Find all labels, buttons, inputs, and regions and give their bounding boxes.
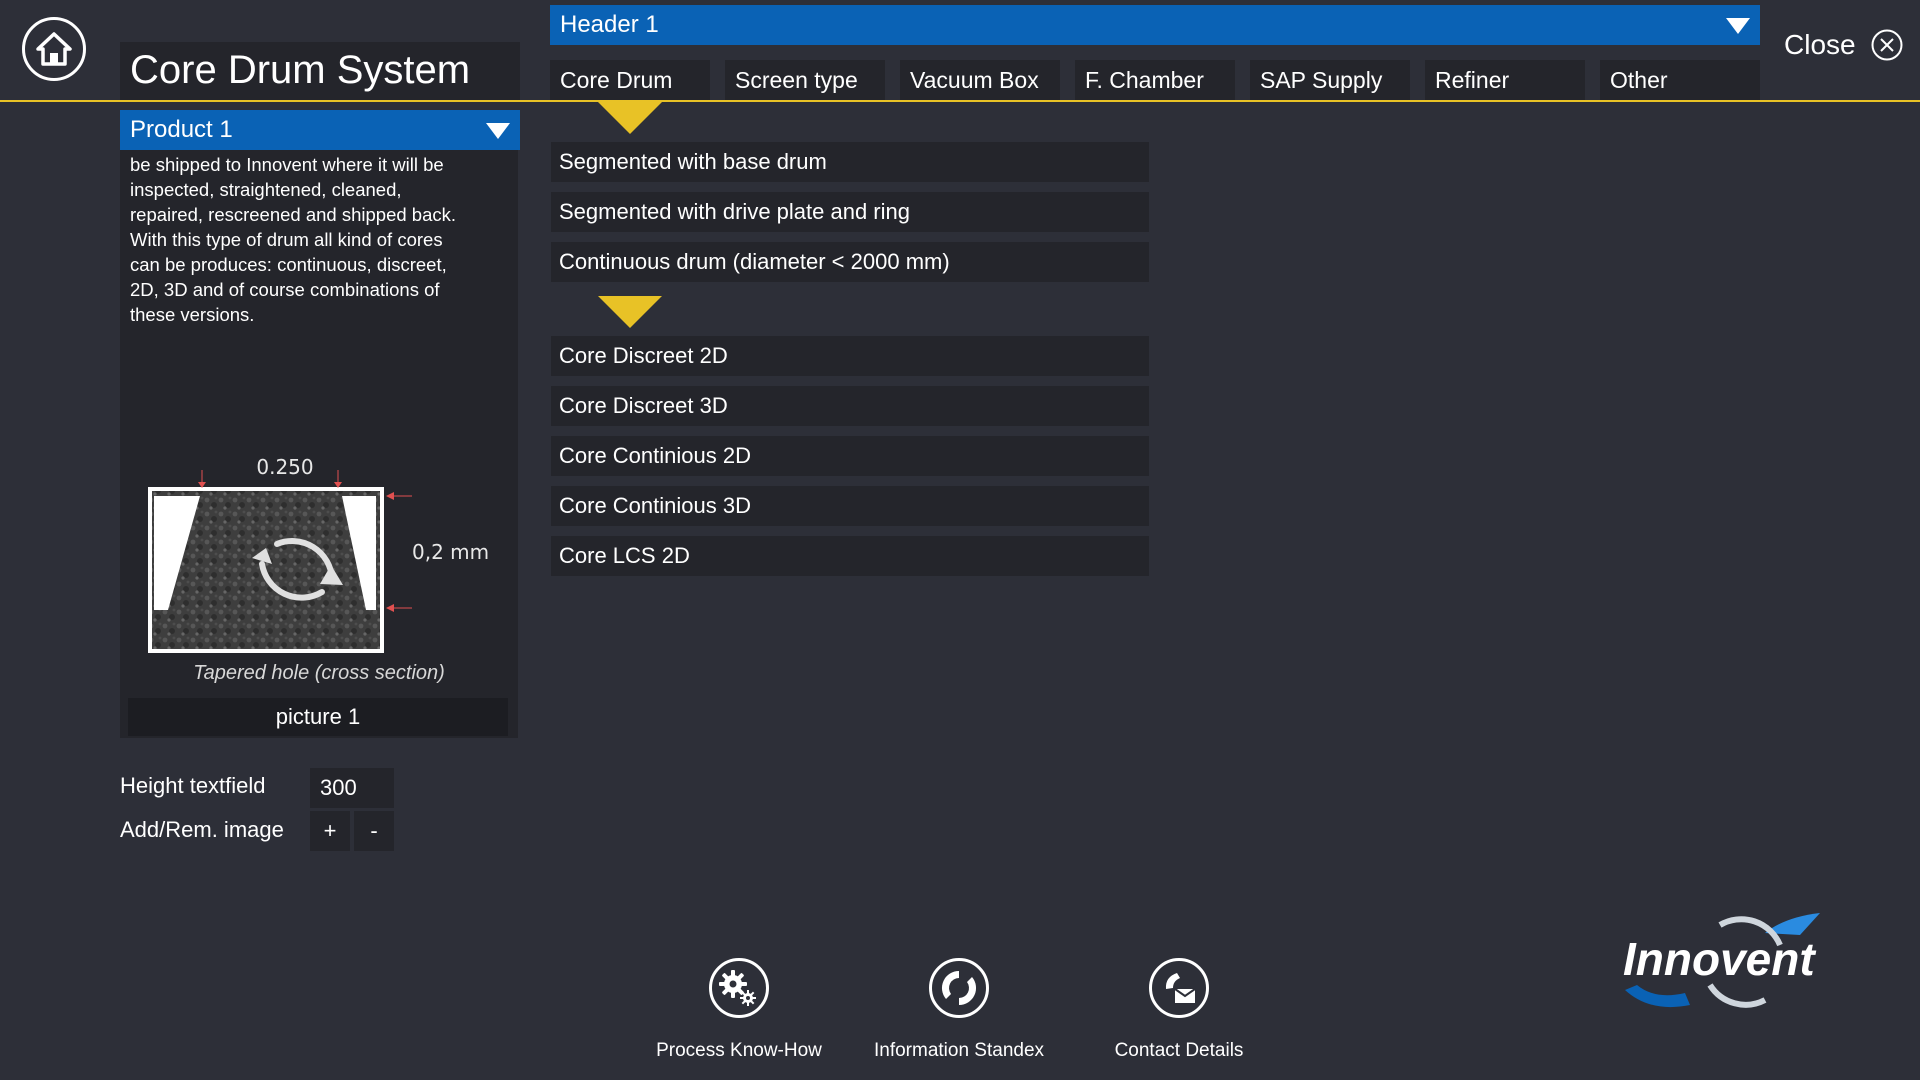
innovent-logo: Innovent xyxy=(1615,905,1830,1020)
process-know-how-button[interactable]: Process Know-How xyxy=(629,958,849,1062)
add-image-button[interactable]: + xyxy=(310,811,350,851)
tab-label: Screen type xyxy=(735,67,858,93)
information-standex-button[interactable]: Information Standex xyxy=(849,958,1069,1062)
home-button[interactable] xyxy=(22,17,86,81)
diagram-caption: Tapered hole (cross section) xyxy=(193,662,445,684)
tab-f-chamber[interactable]: F. Chamber xyxy=(1075,60,1235,100)
gears-icon xyxy=(719,970,756,1006)
product-panel: be shipped to Innovent where it will be … xyxy=(120,150,518,738)
dropdown-arrow-icon xyxy=(486,123,510,139)
picture-label: picture 1 xyxy=(275,704,361,729)
tab-label: SAP Supply xyxy=(1260,67,1383,93)
header-dropdown[interactable]: Header 1 xyxy=(550,5,1760,45)
process-know-how-label: Process Know-How xyxy=(656,1040,822,1061)
list-item-label: Core Continious 3D xyxy=(559,493,751,518)
description-line: 2D, 3D and of course combinations of xyxy=(130,279,440,300)
flow-arrow-indicator xyxy=(598,296,662,328)
description-line: be shipped to Innovent where it will be xyxy=(130,154,444,175)
list-item-label: Core Continious 2D xyxy=(559,443,751,468)
tab-vacuum-box[interactable]: Vacuum Box xyxy=(900,60,1060,100)
height-input-value: 300 xyxy=(320,775,357,800)
description-line: repaired, rescreened and shipped back. xyxy=(130,204,457,225)
tab-refiner[interactable]: Refiner xyxy=(1425,60,1585,100)
product-dropdown-value: Product 1 xyxy=(130,116,233,143)
height-input[interactable]: 300 xyxy=(310,768,394,808)
header-divider xyxy=(0,100,1920,102)
list-item-label: Segmented with base drum xyxy=(559,149,827,174)
product-description[interactable]: be shipped to Innovent where it will be … xyxy=(130,152,510,327)
close-button[interactable]: Close xyxy=(1784,28,1904,62)
page-title: Core Drum System xyxy=(130,48,471,92)
info-swirl-icon xyxy=(941,970,977,1006)
contact-details-label: Contact Details xyxy=(1114,1040,1244,1061)
close-label: Close xyxy=(1784,29,1856,60)
list-item-label: Continuous drum (diameter < 2000 mm) xyxy=(559,249,950,274)
information-standex-label: Information Standex xyxy=(873,1040,1045,1061)
picture-label-bar[interactable]: picture 1 xyxy=(128,698,508,736)
height-label: Height textfield xyxy=(120,773,266,798)
list-item-core-lcs-2d[interactable]: Core LCS 2D xyxy=(551,536,1149,576)
description-line: can be produces: continuous, discreet, xyxy=(130,254,447,275)
list-item-label: Core LCS 2D xyxy=(559,543,690,568)
remove-image-button[interactable]: - xyxy=(354,811,394,851)
tapered-hole-diagram: 0.250 0,2 mm xyxy=(148,455,489,653)
contact-details-button[interactable]: Contact Details xyxy=(1069,958,1289,1062)
width-dimension-label: 0.250 xyxy=(256,455,313,479)
list-item-core-discreet-2d[interactable]: Core Discreet 2D xyxy=(551,336,1149,376)
plus-icon: + xyxy=(323,818,337,843)
contact-icon xyxy=(1165,973,1196,1003)
product-dropdown[interactable]: Product 1 xyxy=(120,110,520,150)
innovent-logo-graphic: Innovent xyxy=(1623,913,1820,1008)
tab-label: Vacuum Box xyxy=(910,67,1039,93)
tab-other[interactable]: Other xyxy=(1600,60,1760,100)
active-tab-indicator xyxy=(598,102,662,134)
list-item-label: Core Discreet 2D xyxy=(559,343,728,368)
list-item-continuous-drum[interactable]: Continuous drum (diameter < 2000 mm) xyxy=(551,242,1149,282)
dropdown-arrow-icon xyxy=(1726,18,1750,34)
description-line: With this type of drum all kind of cores xyxy=(130,229,443,250)
tab-core-drum[interactable]: Core Drum xyxy=(550,60,710,100)
list-item-core-discreet-3d[interactable]: Core Discreet 3D xyxy=(551,386,1149,426)
tab-sap-supply[interactable]: SAP Supply xyxy=(1250,60,1410,100)
list-item-segmented-base[interactable]: Segmented with base drum xyxy=(551,142,1149,182)
add-remove-label: Add/Rem. image xyxy=(120,817,284,842)
tab-screen-type[interactable]: Screen type xyxy=(725,60,885,100)
list-item-core-continious-2d[interactable]: Core Continious 2D xyxy=(551,436,1149,476)
depth-dimension-label: 0,2 mm xyxy=(412,540,489,564)
title-panel: Core Drum System xyxy=(120,42,520,100)
tab-label: Refiner xyxy=(1435,67,1510,93)
tab-label: Core Drum xyxy=(560,67,673,93)
list-item-label: Segmented with drive plate and ring xyxy=(559,199,910,224)
home-icon xyxy=(36,32,72,66)
list-item-core-continious-3d[interactable]: Core Continious 3D xyxy=(551,486,1149,526)
close-icon xyxy=(1871,29,1903,61)
list-item-label: Core Discreet 3D xyxy=(559,393,728,418)
header-dropdown-value: Header 1 xyxy=(560,11,659,38)
minus-icon: - xyxy=(370,818,378,843)
list-item-segmented-drive[interactable]: Segmented with drive plate and ring xyxy=(551,192,1149,232)
description-line: inspected, straightened, cleaned, xyxy=(130,179,402,200)
tab-label: F. Chamber xyxy=(1085,67,1204,93)
tab-label: Other xyxy=(1610,67,1668,93)
description-line: these versions. xyxy=(130,304,255,325)
logo-wordmark: Innovent xyxy=(1623,933,1816,985)
